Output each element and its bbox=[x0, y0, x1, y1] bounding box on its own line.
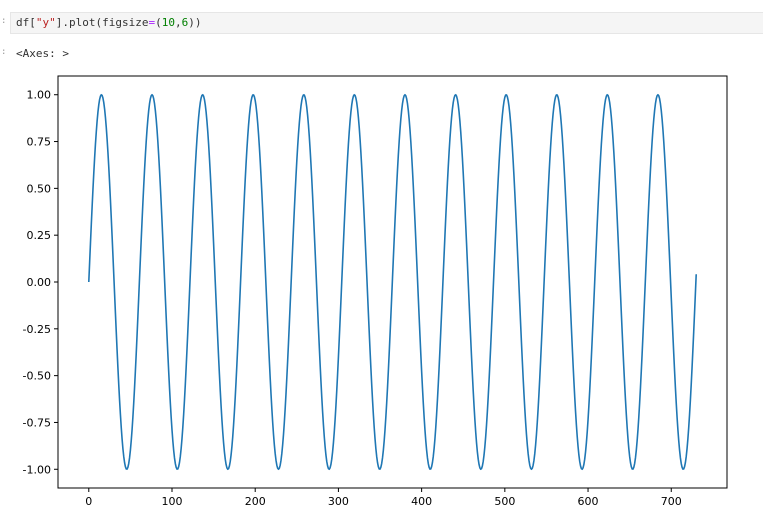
x-tick-label: 500 bbox=[494, 495, 515, 508]
code-cell-input[interactable]: df["y"].plot(figsize=(10,6)) bbox=[10, 12, 763, 34]
x-tick-label: 0 bbox=[85, 495, 92, 508]
y-tick-label: -0.50 bbox=[23, 370, 51, 383]
gutter-mark-output: : bbox=[1, 47, 7, 57]
code-token: )) bbox=[188, 16, 202, 29]
code-line[interactable]: df["y"].plot(figsize=(10,6)) bbox=[16, 16, 201, 30]
x-tick-label: 100 bbox=[161, 495, 182, 508]
output-repr-text: <Axes: > bbox=[16, 47, 69, 60]
x-axis: 0 100 200 300 400 500 600 700 bbox=[85, 488, 682, 508]
x-tick-label: 700 bbox=[661, 495, 682, 508]
x-tick-label: 600 bbox=[578, 495, 599, 508]
code-token: ( bbox=[155, 16, 162, 29]
code-token: ].plot(figsize bbox=[55, 16, 149, 29]
y-tick-label: 0.75 bbox=[27, 136, 52, 149]
y-tick-label: 1.00 bbox=[27, 89, 52, 102]
y-tick-label: -0.75 bbox=[23, 416, 51, 429]
code-token: 10 bbox=[161, 16, 175, 29]
y-tick-label: 0.50 bbox=[27, 182, 52, 195]
code-token: , bbox=[174, 16, 182, 29]
y-tick-label: 0.00 bbox=[27, 276, 52, 289]
y-tick-label: -1.00 bbox=[23, 463, 51, 476]
y-axis: 1.00 0.75 0.50 0.25 0.00 -0.25 -0.50 -0.75 -1.00 bbox=[23, 89, 58, 476]
gutter-mark-input: : bbox=[1, 16, 7, 26]
plot-figure: 1.00 0.75 0.50 0.25 0.00 -0.25 -0.50 -0.75 -1.00… bbox=[0, 60, 763, 529]
code-token: "y" bbox=[35, 16, 56, 29]
x-tick-label: 300 bbox=[328, 495, 349, 508]
x-tick-label: 400 bbox=[411, 495, 432, 508]
notebook-page: : : df["y"].plot(figsize=(10,6)) <Axes: … bbox=[0, 0, 763, 529]
code-token: df[ bbox=[16, 16, 36, 29]
y-tick-label: -0.25 bbox=[23, 323, 51, 336]
y-tick-label: 0.25 bbox=[27, 229, 52, 242]
line-chart: 1.00 0.75 0.50 0.25 0.00 -0.25 -0.50 -0.75 -1.00… bbox=[23, 75, 728, 508]
x-tick-label: 200 bbox=[245, 495, 266, 508]
